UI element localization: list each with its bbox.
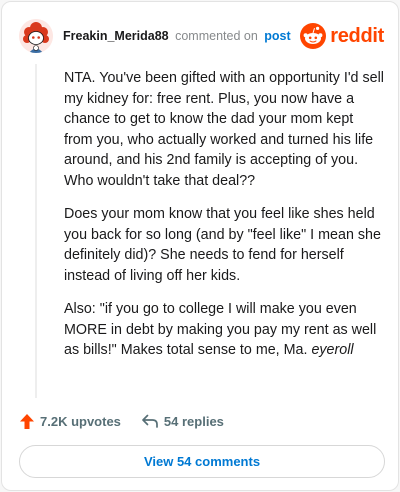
- reply-arrow-icon: [142, 414, 158, 428]
- post-link[interactable]: post: [264, 29, 290, 43]
- comment-emphasis: eyeroll: [311, 342, 354, 358]
- reply-count: 54 replies: [163, 413, 224, 429]
- comment-body: NTA. You've been gifted with an opportun…: [64, 68, 384, 374]
- upvote-button[interactable]: 7.2K upvotes: [19, 413, 121, 430]
- comment-card: Freakin_Merida88 commented on post reddi…: [1, 1, 399, 491]
- comment-byline: Freakin_Merida88 commented on post: [63, 29, 291, 43]
- replies-button[interactable]: 54 replies: [141, 413, 224, 429]
- avatar-snoo-icon: [19, 19, 53, 53]
- comment-paragraph: NTA. You've been gifted with an opportun…: [64, 70, 384, 189]
- reddit-brand[interactable]: reddit: [300, 22, 384, 50]
- reddit-logo-icon: [300, 23, 327, 49]
- comment-header: Freakin_Merida88 commented on post reddi…: [19, 16, 384, 56]
- view-comments-button[interactable]: View 54 comments: [19, 445, 385, 478]
- comment-actions: 7.2K upvotes 54 replies: [19, 411, 224, 431]
- comment-author[interactable]: Freakin_Merida88: [63, 29, 169, 43]
- thread-line[interactable]: [35, 64, 37, 398]
- comment-paragraph: Does your mom know that you feel like sh…: [64, 206, 381, 284]
- upvote-count: 7.2K upvotes: [40, 413, 121, 429]
- comment-verb: commented on: [175, 29, 258, 43]
- brand-wordmark: reddit: [330, 24, 384, 47]
- upvote-arrow-icon: [20, 413, 34, 429]
- user-avatar[interactable]: [19, 19, 53, 53]
- comment-paragraph: Also: "if you go to college I will make …: [64, 299, 384, 361]
